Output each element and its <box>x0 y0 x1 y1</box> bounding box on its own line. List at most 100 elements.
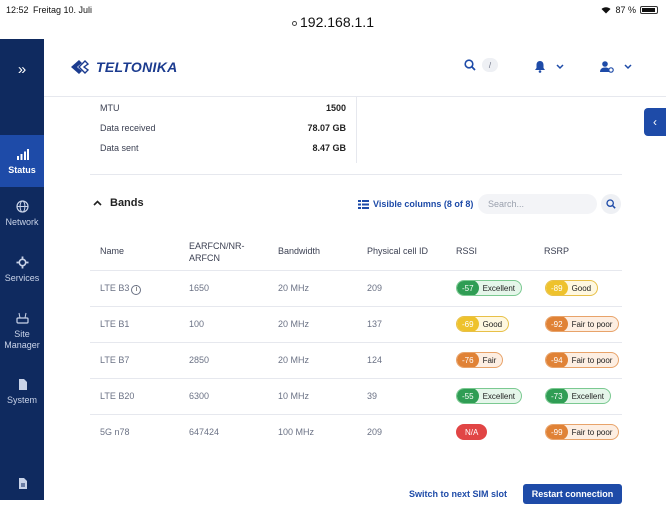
detail-value: 1500 <box>325 103 346 113</box>
rssi-badge: -76 Fair <box>456 352 504 368</box>
rssi-badge: -55 Excellent <box>456 388 523 404</box>
bands-section-toggle[interactable]: Bands <box>93 197 144 209</box>
battery-icon <box>640 6 658 14</box>
pci-value: 39 <box>367 391 378 401</box>
detail-key: Data sent <box>100 143 139 153</box>
search-icon <box>464 59 476 71</box>
band-name: LTE B7 <box>100 355 130 365</box>
visible-columns-label: Visible columns (8 of 8) <box>373 199 474 209</box>
user-settings-icon <box>600 61 614 73</box>
top-header: TELTONIKA / <box>44 39 666 97</box>
teltonika-logo-icon <box>71 60 90 74</box>
section-divider <box>90 174 622 175</box>
bandwidth-value: 10 MHz <box>278 391 310 401</box>
band-name: LTE B3 i <box>100 283 142 295</box>
chevron-down-icon <box>624 63 632 69</box>
sidebar-item-site-manager[interactable]: Site Manager <box>0 301 44 361</box>
sidebar-item-label: System <box>6 394 37 405</box>
sidebar-item-label: Network <box>5 216 39 227</box>
band-name: LTE B1 <box>100 319 130 329</box>
brand-name: TELTONIKA <box>96 59 178 75</box>
column-header-name[interactable]: Name <box>100 245 124 257</box>
restart-connection-button[interactable]: Restart connection <box>523 484 622 504</box>
band-name: LTE B20 <box>100 391 135 401</box>
notifications-button[interactable] <box>534 60 564 73</box>
visible-columns-button[interactable]: Visible columns (8 of 8) <box>358 199 473 209</box>
sidebar-item-system[interactable]: System <box>0 365 44 417</box>
detail-value: 78.07 GB <box>307 123 346 133</box>
earfcn-value: 1650 <box>189 283 210 293</box>
rssi-badge: -69 Good <box>456 316 510 332</box>
bandwidth-value: 20 MHz <box>278 283 310 293</box>
rsrp-badge: -73 Excellent <box>545 388 612 404</box>
globe-icon <box>15 199 29 213</box>
bandwidth-value: 100 MHz <box>278 427 315 437</box>
bands-title: Bands <box>110 197 144 209</box>
column-header-rsrp[interactable]: RSRP <box>544 245 569 257</box>
pci-value: 124 <box>367 355 383 365</box>
chevron-left-icon: ‹ <box>653 115 657 129</box>
sidebar-item-status[interactable]: Status <box>0 135 44 187</box>
rsrp-badge: -92 Fair to poor <box>545 316 620 332</box>
column-header-earfcn[interactable]: EARFCN/NR-ARFCN <box>189 240 251 264</box>
table-row: LTE B7 2850 20 MHz 124 -76 Fair -94 Fair t… <box>90 342 622 378</box>
bands-search-input[interactable]: Search... <box>478 194 597 214</box>
user-menu-button[interactable] <box>600 60 632 73</box>
status-panel: MTU 1500 Data received 78.07 GB Data sen… <box>75 97 635 500</box>
global-search-button[interactable]: / <box>464 58 498 72</box>
search-icon <box>606 199 616 209</box>
sidebar-item-label: Status <box>8 164 36 175</box>
earfcn-value: 6300 <box>189 391 210 401</box>
column-header-rssi[interactable]: RSSI <box>456 245 477 257</box>
table-row: 5G n78 647424 100 MHz 209 N/A -99 Fair to… <box>90 414 622 450</box>
detail-row-data-received: Data received 78.07 GB <box>100 123 346 133</box>
rsrp-badge: -99 Fair to poor <box>545 424 620 440</box>
bands-search-button[interactable] <box>601 194 621 214</box>
sidebar-item-label: Services <box>4 272 40 283</box>
detail-value: 8.47 GB <box>312 143 346 153</box>
pci-value: 209 <box>367 427 383 437</box>
teltonika-logo[interactable]: TELTONIKA <box>70 59 178 75</box>
column-header-bandwidth[interactable]: Bandwidth <box>278 245 320 257</box>
column-divider <box>356 97 357 163</box>
detail-row-mtu: MTU 1500 <box>100 103 346 113</box>
sidebar: » Status Network Services Site Manager S… <box>0 39 44 500</box>
switch-sim-link[interactable]: Switch to next SIM slot <box>409 489 507 499</box>
sidebar-item-logs[interactable] <box>0 457 44 509</box>
columns-icon <box>358 199 369 209</box>
chevron-down-icon <box>556 63 564 69</box>
earfcn-value: 2850 <box>189 355 210 365</box>
gear-icon <box>16 256 28 268</box>
bell-icon <box>535 61 545 73</box>
info-icon[interactable]: i <box>131 285 142 295</box>
column-header-pci[interactable]: Physical cell ID <box>367 245 428 257</box>
rsrp-badge: -89 Good <box>545 280 599 296</box>
detail-key: MTU <box>100 103 120 113</box>
document-icon <box>18 477 27 489</box>
table-row: LTE B20 6300 10 MHz 39 -55 Excellent -73 E… <box>90 378 622 414</box>
sidebar-expand-button[interactable]: » <box>0 39 44 99</box>
rssi-badge: N/A <box>456 424 488 440</box>
sidebar-item-services[interactable]: Services <box>0 243 44 295</box>
detail-row-data-sent: Data sent 8.47 GB <box>100 143 346 153</box>
rssi-badge: -57 Excellent <box>456 280 523 296</box>
url-text: 192.168.1.1 <box>300 14 374 30</box>
router-icon <box>15 312 29 324</box>
band-name: 5G n78 <box>100 427 130 437</box>
table-row: LTE B1 100 20 MHz 137 -69 Good -92 Fair to… <box>90 306 622 342</box>
double-chevron-right-icon: » <box>17 60 27 78</box>
sidebar-item-label: Site Manager <box>4 328 40 350</box>
rsrp-badge: -94 Fair to poor <box>545 352 620 368</box>
chevron-up-icon <box>93 200 102 206</box>
pci-value: 137 <box>367 319 383 329</box>
address-bar[interactable]: 192.168.1.1 <box>0 14 666 38</box>
sidebar-item-network[interactable]: Network <box>0 187 44 239</box>
detail-key: Data received <box>100 123 156 133</box>
pci-value: 209 <box>367 283 383 293</box>
earfcn-value: 647424 <box>189 427 220 437</box>
collapse-panel-button[interactable]: ‹ <box>644 108 666 136</box>
bandwidth-value: 20 MHz <box>278 319 310 329</box>
file-icon <box>18 378 27 390</box>
earfcn-value: 100 <box>189 319 205 329</box>
table-row: LTE B3 i 1650 20 MHz 209 -57 Excellent -89… <box>90 270 622 306</box>
